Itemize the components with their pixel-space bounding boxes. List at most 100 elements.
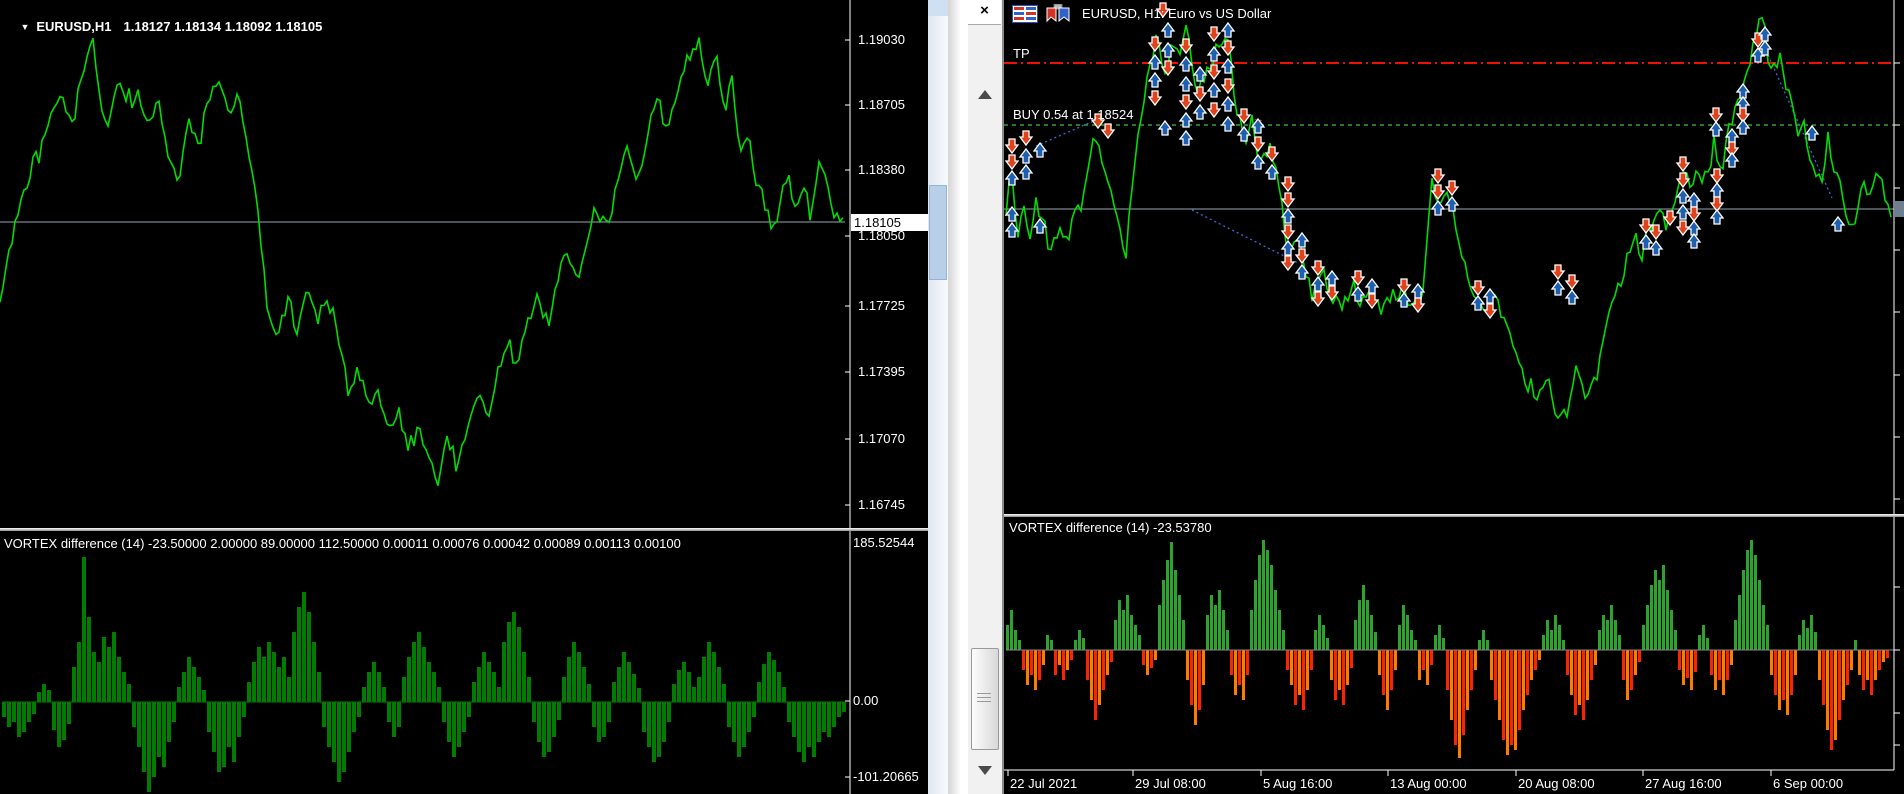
left-histogram-bar — [277, 667, 281, 702]
right-histogram-bar — [1642, 625, 1645, 650]
sell-arrow-marker — [1662, 210, 1678, 227]
right-histogram-bar — [1498, 650, 1501, 720]
right-histogram-bar — [1870, 650, 1873, 695]
left-histogram-bar — [832, 702, 836, 727]
right-histogram-bar — [1678, 650, 1681, 670]
buy-arrow-marker — [1032, 141, 1048, 158]
left-histogram-bar — [452, 702, 456, 757]
buy-arrow-marker — [1178, 75, 1194, 92]
left-histogram-bar — [162, 702, 166, 767]
left-pane-separator[interactable] — [0, 528, 948, 531]
left-histogram-bar — [242, 702, 246, 717]
close-button[interactable]: × — [968, 0, 1001, 25]
left-histogram-bar — [7, 702, 11, 727]
right-histogram-bar — [1174, 570, 1177, 650]
scroll-down-arrow-icon[interactable] — [978, 766, 992, 775]
sell-arrow-marker — [1564, 274, 1580, 291]
sell-arrow-marker — [1294, 248, 1310, 265]
right-histogram-bar — [1342, 650, 1345, 705]
right-histogram-bar — [1230, 650, 1233, 675]
right-histogram-bar — [1434, 635, 1437, 650]
sell-arrow-marker — [1675, 220, 1691, 237]
chart-menu-triangle-icon[interactable]: ▼ — [20, 19, 29, 35]
sell-arrow-marker — [1236, 108, 1252, 125]
right-histogram-bar — [1846, 650, 1849, 685]
right-histogram-bar — [1574, 650, 1577, 715]
left-histogram-bar — [772, 660, 776, 702]
time-axis-label: 5 Aug 16:00 — [1263, 776, 1333, 791]
left-histogram-bar — [627, 662, 631, 702]
left-histogram-bar — [652, 702, 656, 762]
buy-arrow-marker — [1280, 239, 1296, 256]
left-histogram-bar — [32, 702, 36, 714]
right-histogram-bar — [1158, 605, 1161, 650]
buy-arrow-marker — [1157, 119, 1173, 136]
right-histogram-bar — [1110, 650, 1113, 662]
left-histogram-bar — [777, 672, 781, 702]
right-histogram-bar — [1066, 650, 1069, 670]
right-histogram-bar — [1282, 630, 1285, 650]
right-histogram-bar — [1822, 650, 1825, 705]
right-histogram-bar — [1698, 635, 1701, 650]
left-histogram-bar — [437, 687, 441, 702]
right-histogram-bar — [1322, 625, 1325, 650]
left-histogram-bar — [402, 677, 406, 702]
left-scrollbar-thumb[interactable] — [929, 185, 947, 280]
left-histogram-bar — [612, 682, 616, 702]
right-histogram-bar — [1690, 650, 1693, 690]
right-histogram-bar — [1586, 650, 1589, 700]
right-histogram-bar — [1034, 650, 1037, 690]
left-histogram-bar — [302, 592, 306, 702]
left-histogram-bar — [122, 672, 126, 702]
right-histogram-bar — [1582, 650, 1585, 720]
scrollbar-thumb[interactable] — [971, 648, 999, 750]
right-pane-separator[interactable] — [1004, 514, 1904, 517]
left-histogram-bar — [2, 702, 6, 717]
left-scrollbar-top-cap[interactable] — [928, 0, 948, 16]
left-histogram-bar — [817, 702, 821, 742]
right-histogram-bar — [1526, 650, 1529, 695]
right-histogram-bar — [1782, 650, 1785, 700]
buy-arrow-marker — [1804, 124, 1820, 141]
buy-arrow-marker — [1686, 219, 1702, 236]
right-histogram-bar — [1606, 620, 1609, 650]
right-current-price-box — [1895, 201, 1904, 217]
left-histogram-bar — [142, 702, 146, 772]
right-histogram-bar — [1086, 650, 1089, 680]
left-histogram-bar — [282, 657, 286, 702]
right-histogram-bar — [1294, 650, 1297, 705]
time-axis-label: 6 Sep 00:00 — [1773, 776, 1844, 791]
right-histogram-bar — [1830, 650, 1833, 750]
left-histogram-bar — [657, 702, 661, 757]
right-histogram-bar — [1706, 638, 1709, 650]
right-histogram-bar — [1334, 650, 1337, 700]
left-histogram-bar — [742, 702, 746, 747]
time-axis-label: 27 Aug 16:00 — [1645, 776, 1722, 791]
right-chart-title: EURUSD, H1: Euro vs US Dollar — [1082, 5, 1272, 21]
right-histogram-bar — [1538, 650, 1541, 660]
right-histogram-bar — [1410, 630, 1413, 650]
right-histogram-bar — [1310, 650, 1313, 670]
right-histogram-bar — [1886, 650, 1889, 658]
right-histogram-bar — [1114, 620, 1117, 650]
price-axis-label: 1.17725 — [858, 298, 905, 313]
right-histogram-bar — [1090, 650, 1093, 700]
left-histogram-bar — [717, 667, 721, 702]
left-histogram-bar — [47, 690, 51, 702]
left-histogram-bar — [247, 682, 251, 702]
right-histogram-bar — [1702, 625, 1705, 650]
right-histogram-bar — [1306, 650, 1309, 690]
left-window-scrollbar[interactable] — [928, 0, 948, 794]
right-histogram-bar — [1494, 650, 1497, 700]
left-histogram-bar — [417, 632, 421, 702]
right-histogram-bar — [1362, 585, 1365, 650]
left-histogram-bar — [487, 662, 491, 702]
left-histogram-bar — [672, 684, 676, 702]
left-histogram-bar — [432, 672, 436, 702]
left-histogram-bar — [257, 647, 261, 702]
buy-arrow-marker — [1686, 232, 1702, 249]
trend-line — [1035, 119, 1097, 147]
scroll-up-arrow-icon[interactable] — [978, 90, 992, 99]
vertical-scrollbar[interactable]: × — [968, 0, 1004, 794]
right-histogram-bar — [1838, 650, 1841, 720]
